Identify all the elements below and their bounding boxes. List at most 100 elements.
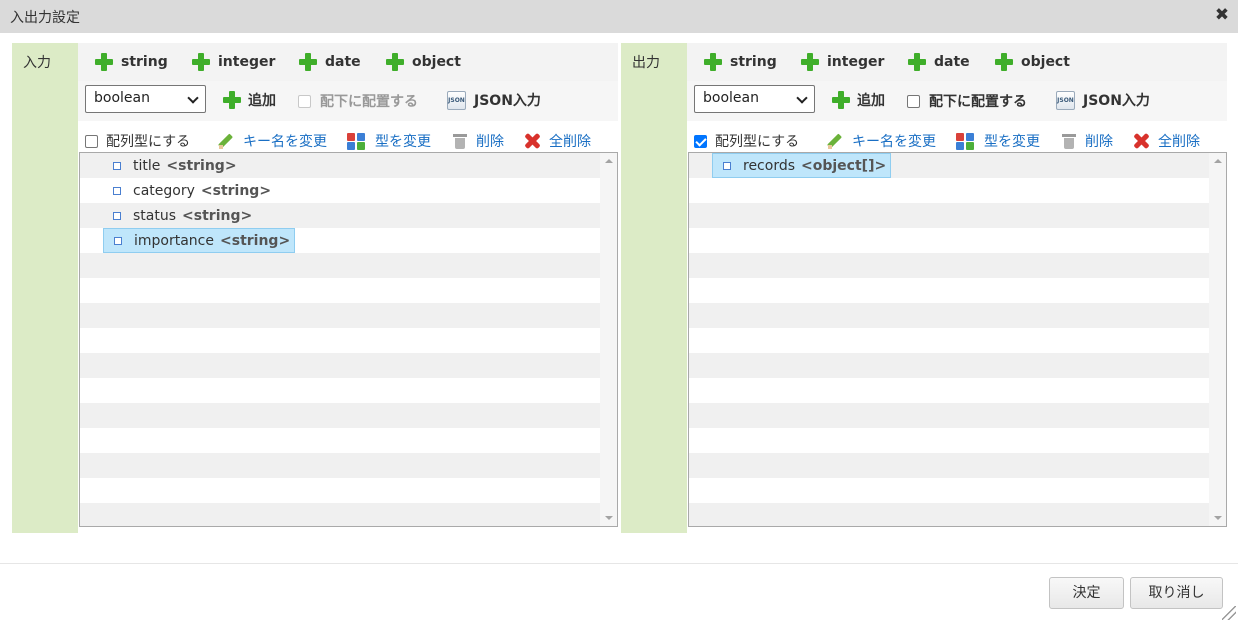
output-add-string-button[interactable]: string xyxy=(704,52,777,72)
output-json-button[interactable]: JSON JSON入力 xyxy=(1056,90,1150,110)
tree-node[interactable]: status <string> xyxy=(103,203,256,228)
output-panel: 出力 string integer date object boolean 追加… xyxy=(621,43,1227,533)
input-action-toolbar: 配列型にする キー名を変更 型を変更 削除 全削除 xyxy=(78,121,618,151)
input-rename-button[interactable]: キー名を変更 xyxy=(217,131,327,151)
input-panel: 入力 string integer date object boolean 追加… xyxy=(12,43,618,533)
tree-node-name: category xyxy=(133,182,195,199)
output-add-object-button[interactable]: object xyxy=(995,52,1070,72)
output-add-label: 追加 xyxy=(857,93,885,109)
x-icon xyxy=(1132,132,1150,150)
tree-node-name: records xyxy=(743,157,796,174)
output-delete-all-button[interactable]: 全削除 xyxy=(1132,131,1200,151)
node-icon xyxy=(113,186,121,195)
output-place-under-label: 配下に配置する xyxy=(929,94,1027,110)
input-tree-scrollbar[interactable] xyxy=(600,153,617,526)
node-icon xyxy=(723,161,731,170)
chevron-down-icon xyxy=(187,92,199,104)
footer-divider xyxy=(0,563,1238,564)
tree-node-name: importance xyxy=(134,232,214,249)
input-panel-label: 入力 xyxy=(12,43,78,533)
plus-icon xyxy=(908,53,926,71)
input-add-button[interactable]: 追加 xyxy=(223,90,276,110)
input-tree[interactable]: title <string> category <string> status … xyxy=(79,152,618,527)
output-add-integer-button[interactable]: integer xyxy=(801,52,884,72)
output-delete-label: 削除 xyxy=(1085,134,1113,150)
input-add-string-button[interactable]: string xyxy=(95,52,168,72)
node-icon xyxy=(113,161,121,170)
scroll-up-icon[interactable] xyxy=(1214,159,1222,163)
output-type-select-value: boolean xyxy=(703,90,759,106)
swap-icon xyxy=(347,132,367,150)
plus-icon xyxy=(192,53,210,71)
plus-icon xyxy=(299,53,317,71)
input-add-object-label: object xyxy=(412,54,461,70)
cancel-button[interactable]: 取り消し xyxy=(1130,577,1223,609)
input-add-label: 追加 xyxy=(248,93,276,109)
trash-icon xyxy=(452,132,468,150)
checkbox-icon xyxy=(907,94,920,108)
scroll-up-icon[interactable] xyxy=(605,159,613,163)
input-delete-all-button[interactable]: 全削除 xyxy=(523,131,591,151)
output-type-select[interactable]: boolean xyxy=(694,85,815,113)
tree-node-name: status xyxy=(133,207,177,224)
input-rename-label: キー名を変更 xyxy=(243,134,327,150)
output-place-under-checkbox[interactable]: 配下に配置する xyxy=(907,91,1027,111)
input-array-label: 配列型にする xyxy=(106,134,191,150)
swap-icon xyxy=(956,132,976,150)
output-delete-button[interactable]: 削除 xyxy=(1061,131,1113,151)
chevron-down-icon xyxy=(796,92,808,104)
node-icon xyxy=(113,211,121,220)
input-add-date-button[interactable]: date xyxy=(299,52,361,72)
input-delete-button[interactable]: 削除 xyxy=(452,131,504,151)
output-add-button[interactable]: 追加 xyxy=(832,90,885,110)
ok-button[interactable]: 決定 xyxy=(1049,577,1124,609)
close-icon[interactable]: ✖ xyxy=(1213,5,1231,25)
input-place-under-checkbox[interactable]: 配下に配置する xyxy=(298,91,418,111)
output-change-type-label: 型を変更 xyxy=(984,134,1040,150)
x-icon xyxy=(523,132,541,150)
output-add-string-label: string xyxy=(730,54,777,70)
output-rename-button[interactable]: キー名を変更 xyxy=(826,131,936,151)
tree-node[interactable]: title <string> xyxy=(103,153,241,178)
tree-node[interactable]: category <string> xyxy=(103,178,275,203)
output-json-label: JSON入力 xyxy=(1083,93,1150,109)
output-tree-scrollbar[interactable] xyxy=(1209,153,1226,526)
input-json-button[interactable]: JSON JSON入力 xyxy=(447,90,541,110)
tree-node-type: <string> xyxy=(166,157,237,174)
output-change-type-button[interactable]: 型を変更 xyxy=(956,131,1040,151)
resize-handle-icon[interactable] xyxy=(1222,606,1236,620)
input-add-string-label: string xyxy=(121,54,168,70)
input-add-integer-label: integer xyxy=(218,54,276,70)
tree-node-selected[interactable]: importance <string> xyxy=(103,228,296,253)
tree-node-selected[interactable]: records <object[]> xyxy=(712,153,892,178)
scroll-down-icon[interactable] xyxy=(1214,516,1222,520)
input-type-select[interactable]: boolean xyxy=(85,85,206,113)
tree-node-name: title xyxy=(133,157,161,174)
plus-icon xyxy=(832,91,850,109)
node-icon xyxy=(114,236,122,245)
input-add-toolbar: boolean 追加 配下に配置する JSON JSON入力 xyxy=(78,81,618,121)
output-array-checkbox[interactable]: 配列型にする xyxy=(694,131,799,151)
input-json-label: JSON入力 xyxy=(474,93,541,109)
checkbox-icon xyxy=(298,94,311,108)
dialog-titlebar: 入出力設定 ✖ xyxy=(0,0,1238,33)
input-type-select-value: boolean xyxy=(94,90,150,106)
plus-icon xyxy=(223,91,241,109)
output-add-object-label: object xyxy=(1021,54,1070,70)
json-icon: JSON xyxy=(447,90,466,110)
plus-icon xyxy=(95,53,113,71)
scroll-down-icon[interactable] xyxy=(605,516,613,520)
input-change-type-label: 型を変更 xyxy=(375,134,431,150)
output-tree-rows xyxy=(689,153,1209,526)
input-delete-all-label: 全削除 xyxy=(549,134,591,150)
input-array-checkbox[interactable]: 配列型にする xyxy=(85,131,190,151)
input-add-object-button[interactable]: object xyxy=(386,52,461,72)
input-add-integer-button[interactable]: integer xyxy=(192,52,275,72)
output-tree[interactable]: records <object[]> xyxy=(688,152,1227,527)
plus-icon xyxy=(704,53,722,71)
input-change-type-button[interactable]: 型を変更 xyxy=(347,131,431,151)
output-add-date-button[interactable]: date xyxy=(908,52,970,72)
checkbox-checked-icon xyxy=(694,134,707,148)
plus-icon xyxy=(386,53,404,71)
output-action-toolbar: 配列型にする キー名を変更 型を変更 削除 全削除 xyxy=(687,121,1227,151)
